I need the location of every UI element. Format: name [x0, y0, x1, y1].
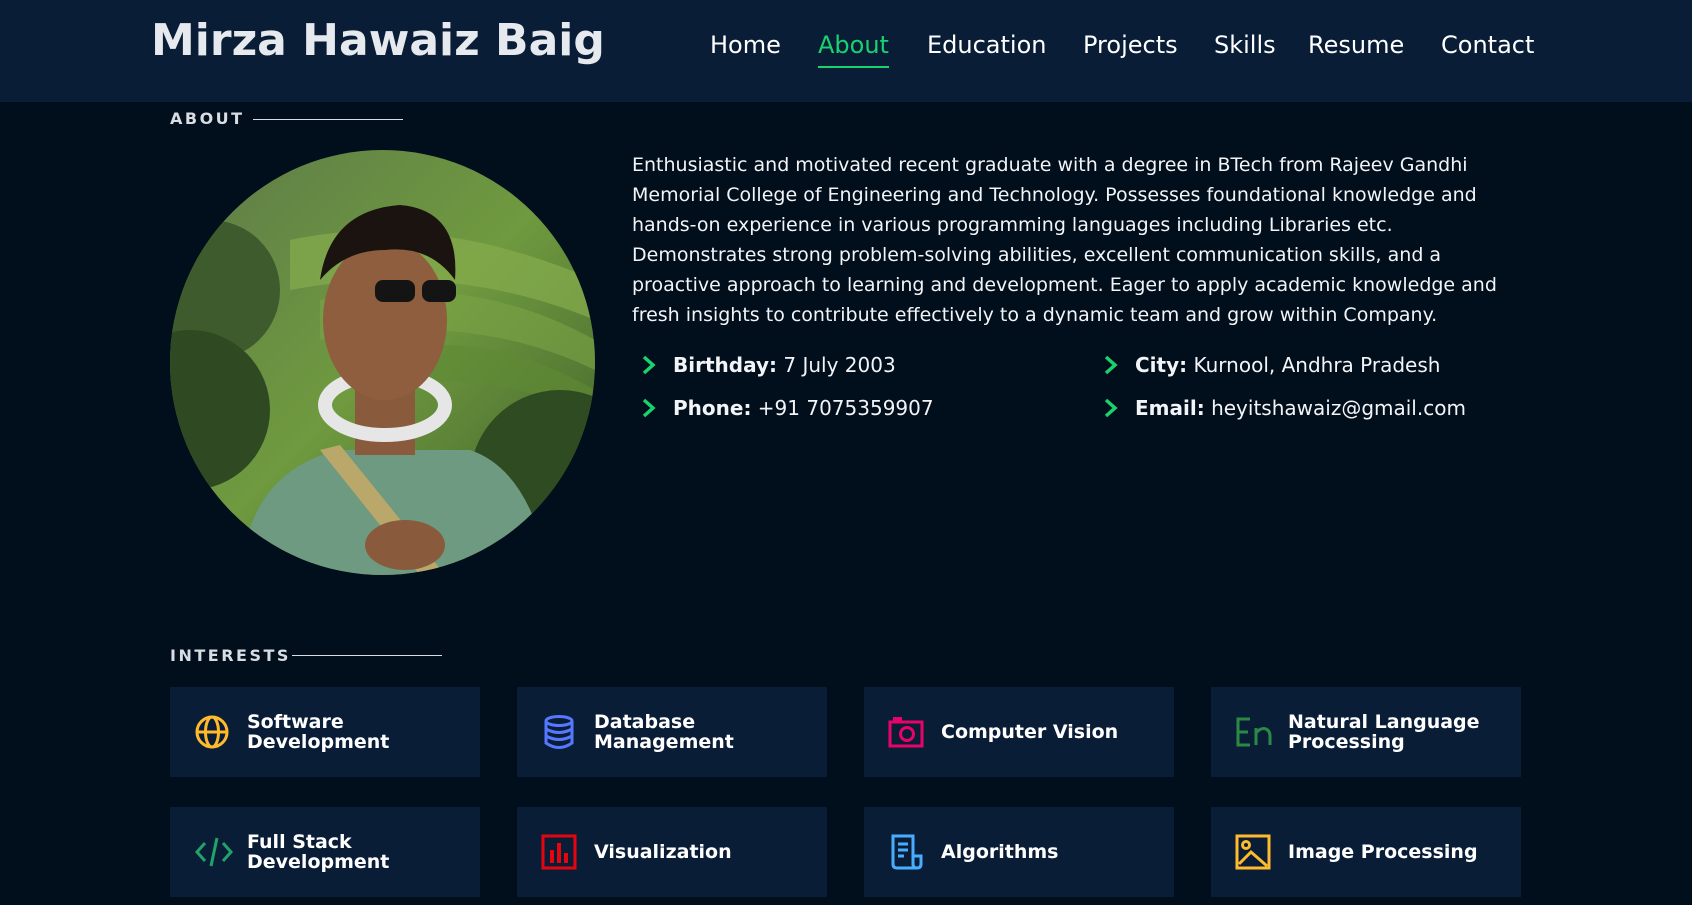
- language-icon: [1236, 717, 1272, 747]
- nav-resume[interactable]: Resume: [1308, 28, 1404, 62]
- nav-projects[interactable]: Projects: [1083, 28, 1178, 62]
- nav-about[interactable]: About: [818, 28, 889, 68]
- info-email-value[interactable]: heyitshawaiz@gmail.com: [1211, 396, 1466, 420]
- interest-card-visualization[interactable]: Visualization: [517, 807, 827, 897]
- interest-card-image-processing[interactable]: Image Processing: [1211, 807, 1521, 897]
- camera-icon: [888, 717, 924, 748]
- profile-photo: [170, 150, 595, 575]
- nav-contact[interactable]: Contact: [1441, 28, 1534, 62]
- database-icon: [544, 715, 574, 749]
- chevron-right-icon: [642, 355, 656, 375]
- interest-card-natural-language-processing[interactable]: Natural Language Processing: [1211, 687, 1521, 777]
- interest-label: Full Stack Development: [247, 831, 390, 873]
- interests-title-divider: [292, 655, 442, 656]
- chevron-right-icon: [1104, 355, 1118, 375]
- info-city-value: Kurnool, Andhra Pradesh: [1193, 353, 1441, 377]
- interest-card-computer-vision[interactable]: Computer Vision: [864, 687, 1174, 777]
- interest-card-full-stack-development[interactable]: Full Stack Development: [170, 807, 480, 897]
- code-icon: [194, 837, 234, 867]
- chevron-right-icon: [1104, 398, 1118, 418]
- about-description: Enthusiastic and motivated recent gradua…: [632, 154, 1497, 326]
- interest-label: Image Processing: [1288, 841, 1478, 863]
- main-nav: Home About Education Projects Skills Res…: [0, 28, 1692, 68]
- about-title-divider: [253, 119, 403, 120]
- interest-label: Visualization: [594, 841, 732, 863]
- document-icon: [891, 834, 923, 870]
- interest-card-database-management[interactable]: Database Management: [517, 687, 827, 777]
- info-email-label: Email:: [1135, 396, 1205, 420]
- globe-icon: [195, 715, 229, 749]
- interest-label: Computer Vision: [941, 721, 1119, 743]
- interest-label: Algorithms: [941, 841, 1059, 863]
- nav-home[interactable]: Home: [710, 28, 781, 62]
- interest-card-algorithms[interactable]: Algorithms: [864, 807, 1174, 897]
- about-section-title: ABOUT: [170, 109, 245, 128]
- interest-label: Software Development: [247, 711, 390, 753]
- info-birthday-value: 7 July 2003: [783, 353, 896, 377]
- info-birthday-label: Birthday:: [673, 353, 777, 377]
- info-city-label: City:: [1135, 353, 1188, 377]
- info-phone-label: Phone:: [673, 396, 752, 420]
- interest-label: Natural Language Processing: [1288, 711, 1480, 753]
- bar-chart-icon: [541, 834, 577, 870]
- nav-education[interactable]: Education: [927, 28, 1046, 62]
- interests-section-title: INTERESTS: [170, 646, 291, 665]
- interest-card-software-development[interactable]: Software Development: [170, 687, 480, 777]
- image-icon: [1235, 834, 1271, 870]
- interest-label: Database Management: [594, 711, 734, 753]
- chevron-right-icon: [642, 398, 656, 418]
- site-header: Mirza Hawaiz Baig Home About Education P…: [0, 0, 1692, 102]
- nav-skills[interactable]: Skills: [1214, 28, 1276, 62]
- info-phone-value[interactable]: +91 7075359907: [758, 396, 934, 420]
